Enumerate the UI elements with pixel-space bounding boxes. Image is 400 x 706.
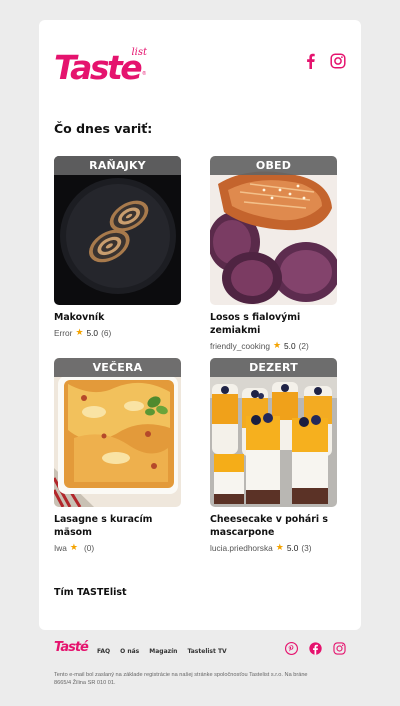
logo-registered: ® xyxy=(142,71,146,77)
footer-link-magazine[interactable]: Magazín xyxy=(149,648,177,655)
recipe-card-dinner[interactable]: VEČERA Lasagne s kuracím mäsom Iwa ★ (0) xyxy=(54,358,181,553)
recipe-title[interactable]: Cheesecake v pohári s mascarpone xyxy=(210,513,337,539)
recipe-rating-count: (0) xyxy=(84,542,95,553)
logo-wordmark: Taste xyxy=(54,48,143,87)
salmon-purple-potatoes-photo xyxy=(210,156,337,305)
star-icon: ★ xyxy=(272,340,282,350)
recipe-rating-count: (3) xyxy=(301,542,312,553)
recipe-title[interactable]: Makovník xyxy=(54,311,181,324)
facebook-icon[interactable] xyxy=(303,53,319,69)
newsletter-card: Taste list ® Čo dnes variť: RAŇAJKY Mako… xyxy=(39,20,361,630)
recipe-card-breakfast[interactable]: RAŇAJKY Makovník Error ★ 5.0 (6) xyxy=(54,156,181,338)
facebook-icon[interactable] xyxy=(309,642,322,655)
recipe-title[interactable]: Lasagne s kuracím mäsom xyxy=(54,513,181,539)
recipe-rating-count: (2) xyxy=(298,340,309,351)
recipe-meta: Iwa ★ (0) xyxy=(54,542,181,553)
footer-social-links xyxy=(285,642,346,655)
footer-logo[interactable]: Tasté xyxy=(54,640,89,655)
recipe-author: Error xyxy=(54,327,73,338)
cheesecake-glasses-photo xyxy=(210,358,337,507)
footer-link-about[interactable]: O nás xyxy=(120,648,139,655)
recipe-image[interactable]: RAŇAJKY xyxy=(54,156,181,305)
category-label: VEČERA xyxy=(54,358,181,377)
footer-link-tv[interactable]: Tastelist TV xyxy=(187,648,226,655)
instagram-icon[interactable] xyxy=(333,642,346,655)
signoff: Tím TASTElist xyxy=(54,587,127,598)
tastelist-logo[interactable]: Taste list ® xyxy=(54,47,147,87)
poppy-seed-roll-photo xyxy=(54,156,181,305)
recipe-image[interactable]: VEČERA xyxy=(54,358,181,507)
lasagne-photo xyxy=(54,358,181,507)
recipe-rating: 5.0 xyxy=(284,340,296,351)
recipe-meta: Error ★ 5.0 (6) xyxy=(54,327,181,338)
instagram-icon[interactable] xyxy=(330,53,346,69)
recipe-rating-count: (6) xyxy=(101,327,112,338)
recipe-image[interactable]: DEZERT xyxy=(210,358,337,507)
header-social-links xyxy=(303,53,346,69)
category-label: DEZERT xyxy=(210,358,337,377)
recipe-title[interactable]: Losos s fialovými zemiakmi xyxy=(210,311,337,337)
recipe-image[interactable]: OBED xyxy=(210,156,337,305)
category-label: RAŇAJKY xyxy=(54,156,181,175)
recipe-rating: 5.0 xyxy=(86,327,99,338)
star-icon: ★ xyxy=(69,542,78,552)
recipe-author: lucia.priedhorska xyxy=(210,542,273,553)
recipe-card-dessert[interactable]: DEZERT Cheesecake v pohári s mascarpone … xyxy=(210,358,337,553)
category-label: OBED xyxy=(210,156,337,175)
recipe-card-lunch[interactable]: OBED Losos s fialovými zemiakmi friendly… xyxy=(210,156,337,351)
pinterest-icon[interactable] xyxy=(285,642,298,655)
legal-notice: Tento e-mail bol zaslaný na základe regi… xyxy=(54,672,308,686)
recipe-meta: lucia.priedhorska ★ 5.0 (3) xyxy=(210,542,337,553)
star-icon: ★ xyxy=(275,542,284,552)
logo-subtext: list xyxy=(131,47,147,58)
recipe-meta: friendly_cooking ★ 5.0 (2) xyxy=(210,340,337,351)
footer-link-faq[interactable]: FAQ xyxy=(97,648,110,655)
recipe-author: Iwa xyxy=(54,542,67,553)
footer-links: FAQ O nás Magazín Tastelist TV xyxy=(97,648,227,655)
star-icon: ★ xyxy=(75,327,84,337)
recipe-author: friendly_cooking xyxy=(210,340,270,351)
section-heading: Čo dnes variť: xyxy=(54,121,153,136)
recipe-rating: 5.0 xyxy=(286,542,299,553)
